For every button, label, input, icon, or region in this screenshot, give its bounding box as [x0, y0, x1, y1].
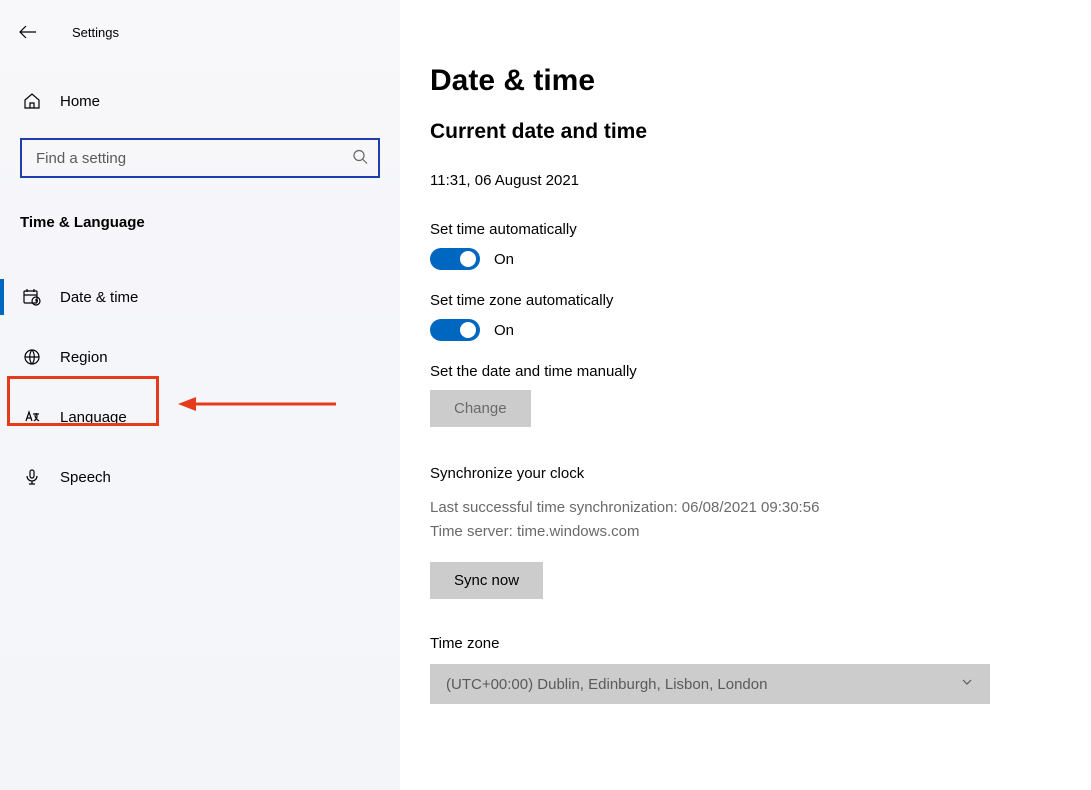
set-tz-auto-row: On: [430, 319, 1051, 341]
back-button[interactable]: [18, 22, 38, 42]
current-datetime-value: 11:31, 06 August 2021: [430, 172, 1051, 189]
set-tz-auto-state: On: [494, 322, 514, 339]
page-title: Date & time: [430, 64, 1051, 98]
nav-label-language: Language: [60, 409, 127, 426]
nav-home[interactable]: Home: [0, 80, 400, 122]
timezone-value: (UTC+00:00) Dublin, Edinburgh, Lisbon, L…: [446, 676, 767, 693]
nav-item-date-time[interactable]: Date & time: [0, 273, 400, 321]
calendar-clock-icon: [22, 287, 42, 307]
set-time-auto-state: On: [494, 251, 514, 268]
set-time-auto-row: On: [430, 248, 1051, 270]
sync-heading: Synchronize your clock: [430, 465, 1051, 482]
app-title: Settings: [72, 25, 119, 40]
chevron-down-icon: [960, 675, 974, 693]
search-input[interactable]: [20, 138, 380, 178]
change-button[interactable]: Change: [430, 390, 531, 427]
nav-label-date-time: Date & time: [60, 289, 138, 306]
back-arrow-icon: [19, 25, 37, 39]
set-tz-auto-label: Set time zone automatically: [430, 292, 1051, 309]
nav-list: Date & time Region Language: [0, 273, 400, 501]
nav-item-region[interactable]: Region: [0, 333, 400, 381]
globe-icon: [22, 347, 42, 367]
sync-section: Synchronize your clock Last successful t…: [430, 465, 1051, 599]
microphone-icon: [22, 467, 42, 487]
set-time-auto-label: Set time automatically: [430, 221, 1051, 238]
manual-label: Set the date and time manually: [430, 363, 1051, 380]
sidebar: Settings Home Time & Language Date &: [0, 0, 400, 790]
language-icon: [22, 407, 42, 427]
sync-server: Time server: time.windows.com: [430, 520, 1051, 544]
set-tz-auto-toggle[interactable]: [430, 319, 480, 341]
search-container: [20, 138, 380, 178]
set-time-auto-toggle[interactable]: [430, 248, 480, 270]
nav-item-language[interactable]: Language: [0, 393, 400, 441]
header-row: Settings: [0, 12, 400, 52]
main-content: Date & time Current date and time 11:31,…: [400, 0, 1091, 790]
category-heading: Time & Language: [20, 214, 400, 231]
nav-item-speech[interactable]: Speech: [0, 453, 400, 501]
timezone-label: Time zone: [430, 635, 1051, 652]
timezone-section: Time zone (UTC+00:00) Dublin, Edinburgh,…: [430, 635, 1051, 704]
nav-label-region: Region: [60, 349, 108, 366]
home-label: Home: [60, 93, 100, 110]
nav-label-speech: Speech: [60, 469, 111, 486]
home-icon: [22, 91, 42, 111]
sync-now-button[interactable]: Sync now: [430, 562, 543, 599]
search-icon: [352, 149, 368, 168]
current-section-title: Current date and time: [430, 120, 1051, 144]
timezone-select[interactable]: (UTC+00:00) Dublin, Edinburgh, Lisbon, L…: [430, 664, 990, 704]
sync-last: Last successful time synchronization: 06…: [430, 496, 1051, 520]
